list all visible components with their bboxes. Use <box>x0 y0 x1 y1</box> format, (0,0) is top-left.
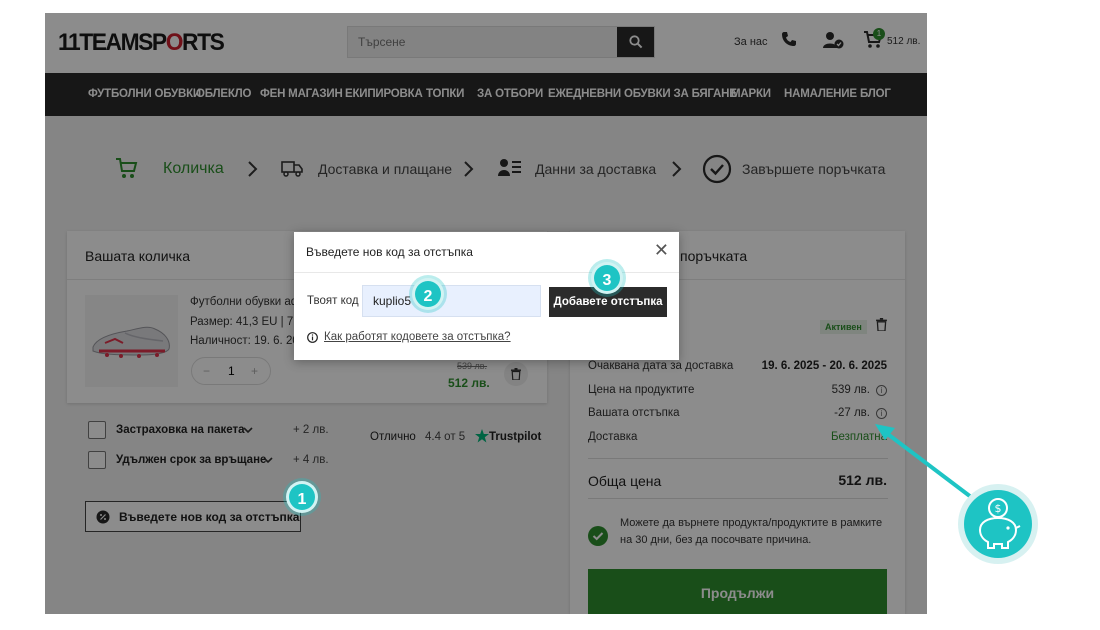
svg-text:$: $ <box>995 502 1002 515</box>
piggy-bank-icon: $ <box>978 498 1021 549</box>
annotation-arrow <box>875 424 977 502</box>
savings-badge: $ <box>964 490 1032 558</box>
